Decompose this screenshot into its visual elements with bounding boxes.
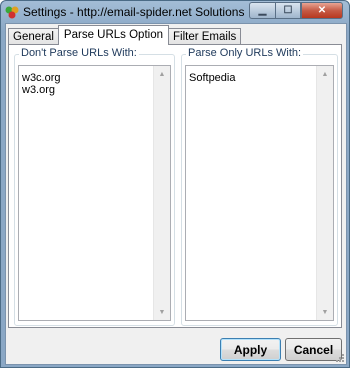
maximize-button[interactable]: ☐ bbox=[275, 2, 301, 19]
tab-general[interactable]: General bbox=[8, 28, 59, 45]
dialog-body: General Parse URLs Option Filter Emails … bbox=[5, 23, 347, 365]
list-item[interactable]: w3.org bbox=[22, 84, 61, 96]
scroll-up-icon[interactable]: ▲ bbox=[317, 66, 333, 82]
close-button[interactable]: ✕ bbox=[301, 2, 343, 19]
dont-parse-group: Don't Parse URLs With: w3c.org w3.org ▲ … bbox=[14, 47, 175, 326]
app-icon bbox=[5, 6, 19, 19]
close-icon: ✕ bbox=[317, 5, 327, 16]
parse-only-list[interactable]: Softpedia ▲ ▼ bbox=[185, 65, 334, 321]
list-item[interactable]: w3c.org bbox=[22, 72, 61, 84]
minimize-icon: ▁ bbox=[258, 5, 267, 16]
dont-parse-list[interactable]: w3c.org w3.org ▲ ▼ bbox=[18, 65, 171, 321]
tab-filter-emails[interactable]: Filter Emails bbox=[168, 28, 242, 45]
maximize-icon: ☐ bbox=[283, 5, 293, 16]
vertical-scrollbar[interactable]: ▲ ▼ bbox=[153, 66, 170, 320]
apply-button[interactable]: Apply bbox=[220, 338, 281, 361]
resize-grip-icon[interactable] bbox=[335, 353, 345, 363]
parse-only-label: Parse Only URLs With: bbox=[186, 47, 304, 59]
vertical-scrollbar[interactable]: ▲ ▼ bbox=[316, 66, 333, 320]
scroll-up-icon[interactable]: ▲ bbox=[154, 66, 170, 82]
tab-page-parse-urls: Don't Parse URLs With: w3c.org w3.org ▲ … bbox=[8, 44, 342, 328]
tab-parse-urls-option[interactable]: Parse URLs Option bbox=[57, 25, 169, 45]
list-item[interactable]: Softpedia bbox=[189, 72, 235, 84]
title-bar[interactable]: Settings - http://email-spider.net Solut… bbox=[1, 1, 349, 23]
scroll-down-icon[interactable]: ▼ bbox=[154, 304, 170, 320]
parse-only-group: Parse Only URLs With: Softpedia ▲ ▼ bbox=[181, 47, 338, 326]
minimize-button[interactable]: ▁ bbox=[249, 2, 275, 19]
tab-strip: General Parse URLs Option Filter Emails bbox=[8, 25, 242, 45]
settings-window: Settings - http://email-spider.net Solut… bbox=[0, 0, 350, 368]
cancel-button[interactable]: Cancel bbox=[285, 338, 342, 361]
window-title: Settings - http://email-spider.net Solut… bbox=[23, 5, 245, 19]
dont-parse-label: Don't Parse URLs With: bbox=[19, 47, 139, 59]
scroll-down-icon[interactable]: ▼ bbox=[317, 304, 333, 320]
